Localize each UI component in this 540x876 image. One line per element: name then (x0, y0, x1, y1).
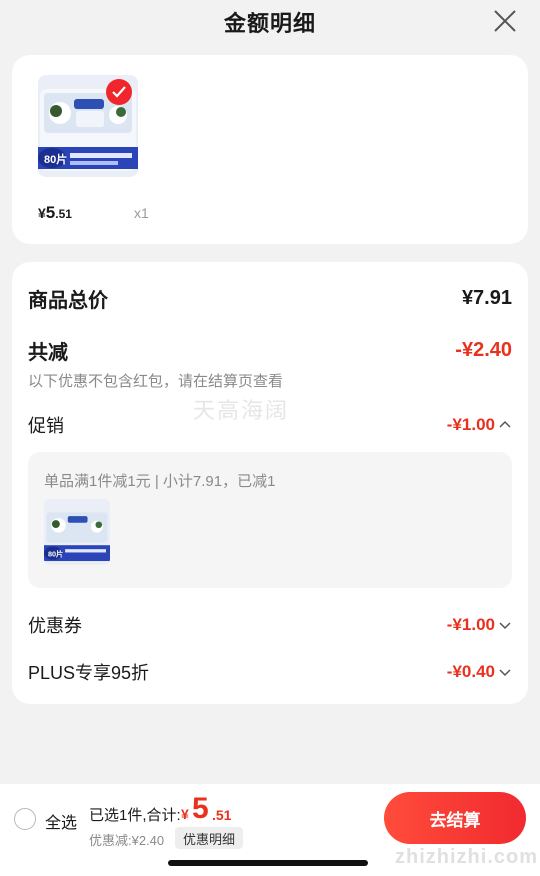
coupon-label: 优惠券 (28, 616, 82, 636)
plus-label: PLUS专享95折 (28, 663, 150, 683)
header: 金额明细 (0, 0, 540, 44)
plus-amount[interactable]: -¥0.40 (447, 662, 512, 682)
watermark: 天高海阔 (193, 398, 290, 423)
product-quantity: x1 (134, 205, 149, 221)
selected-check-icon[interactable] (106, 79, 132, 105)
product-card: 80片 ¥5.51 x1 (12, 55, 528, 244)
promo-amount[interactable]: -¥1.00 (447, 415, 512, 435)
page-title: 金额明细 (223, 11, 316, 36)
total-currency: ¥ (181, 806, 189, 822)
amount-detail-card: 商品总价 ¥7.91 共减 -¥2.40 以下优惠不包含红包，请在结算页查看 促… (12, 262, 528, 704)
chevron-down-icon[interactable] (498, 666, 512, 678)
checkout-bar: 全选 已选1件,合计: ¥ 5 .51 优惠减:¥2.40 优惠明细 去结算 z… (0, 784, 540, 876)
promo-pack-count: 80片 (48, 549, 63, 558)
select-all-radio[interactable] (14, 808, 36, 830)
promo-label: 促销 (28, 416, 64, 436)
promo-detail-box: 单品满1件减1元 | 小计7.91，已减1 80片 (28, 452, 512, 588)
checkout-button[interactable]: 去结算 (384, 792, 526, 844)
site-watermark: zhizhizhi.com (395, 846, 538, 868)
total-row: 商品总价 ¥7.91 (28, 284, 512, 313)
reduce-value: -¥2.40 (455, 339, 512, 361)
discount-detail-button[interactable]: 优惠明细 (175, 827, 244, 849)
promo-description: 单品满1件减1元 | 小计7.91，已减1 (44, 473, 276, 490)
pack-count: 80片 (44, 152, 67, 166)
total-integer: 5 (192, 792, 209, 825)
selected-summary: 已选1件,合计: (89, 807, 181, 824)
home-indicator[interactable] (168, 860, 368, 866)
product-price: ¥5.51 (38, 203, 72, 222)
coupon-row[interactable]: 优惠券 -¥1.00 (28, 612, 512, 638)
plus-value: -¥0.40 (446, 662, 495, 681)
total-decimal: .51 (212, 807, 232, 823)
discount-note: 以下优惠不包含红包，请在结算页查看 (28, 373, 284, 390)
coupon-value: -¥1.00 (446, 615, 495, 634)
promo-product-image: 80片 (44, 499, 110, 565)
promo-value: -¥1.00 (446, 415, 495, 434)
reduce-row: 共减 -¥2.40 (28, 336, 512, 365)
select-all-label[interactable]: 全选 (45, 809, 77, 833)
chevron-down-icon[interactable] (498, 619, 512, 631)
close-icon[interactable] (492, 8, 518, 34)
total-label: 商品总价 (28, 290, 108, 312)
chevron-up-icon[interactable] (498, 419, 512, 431)
total-value: ¥7.91 (461, 287, 512, 309)
plus-row[interactable]: PLUS专享95折 -¥0.40 (28, 659, 512, 685)
discount-amount: 优惠减:¥2.40 (89, 833, 165, 848)
coupon-amount[interactable]: -¥1.00 (447, 615, 512, 635)
reduce-label: 共减 (28, 342, 68, 364)
